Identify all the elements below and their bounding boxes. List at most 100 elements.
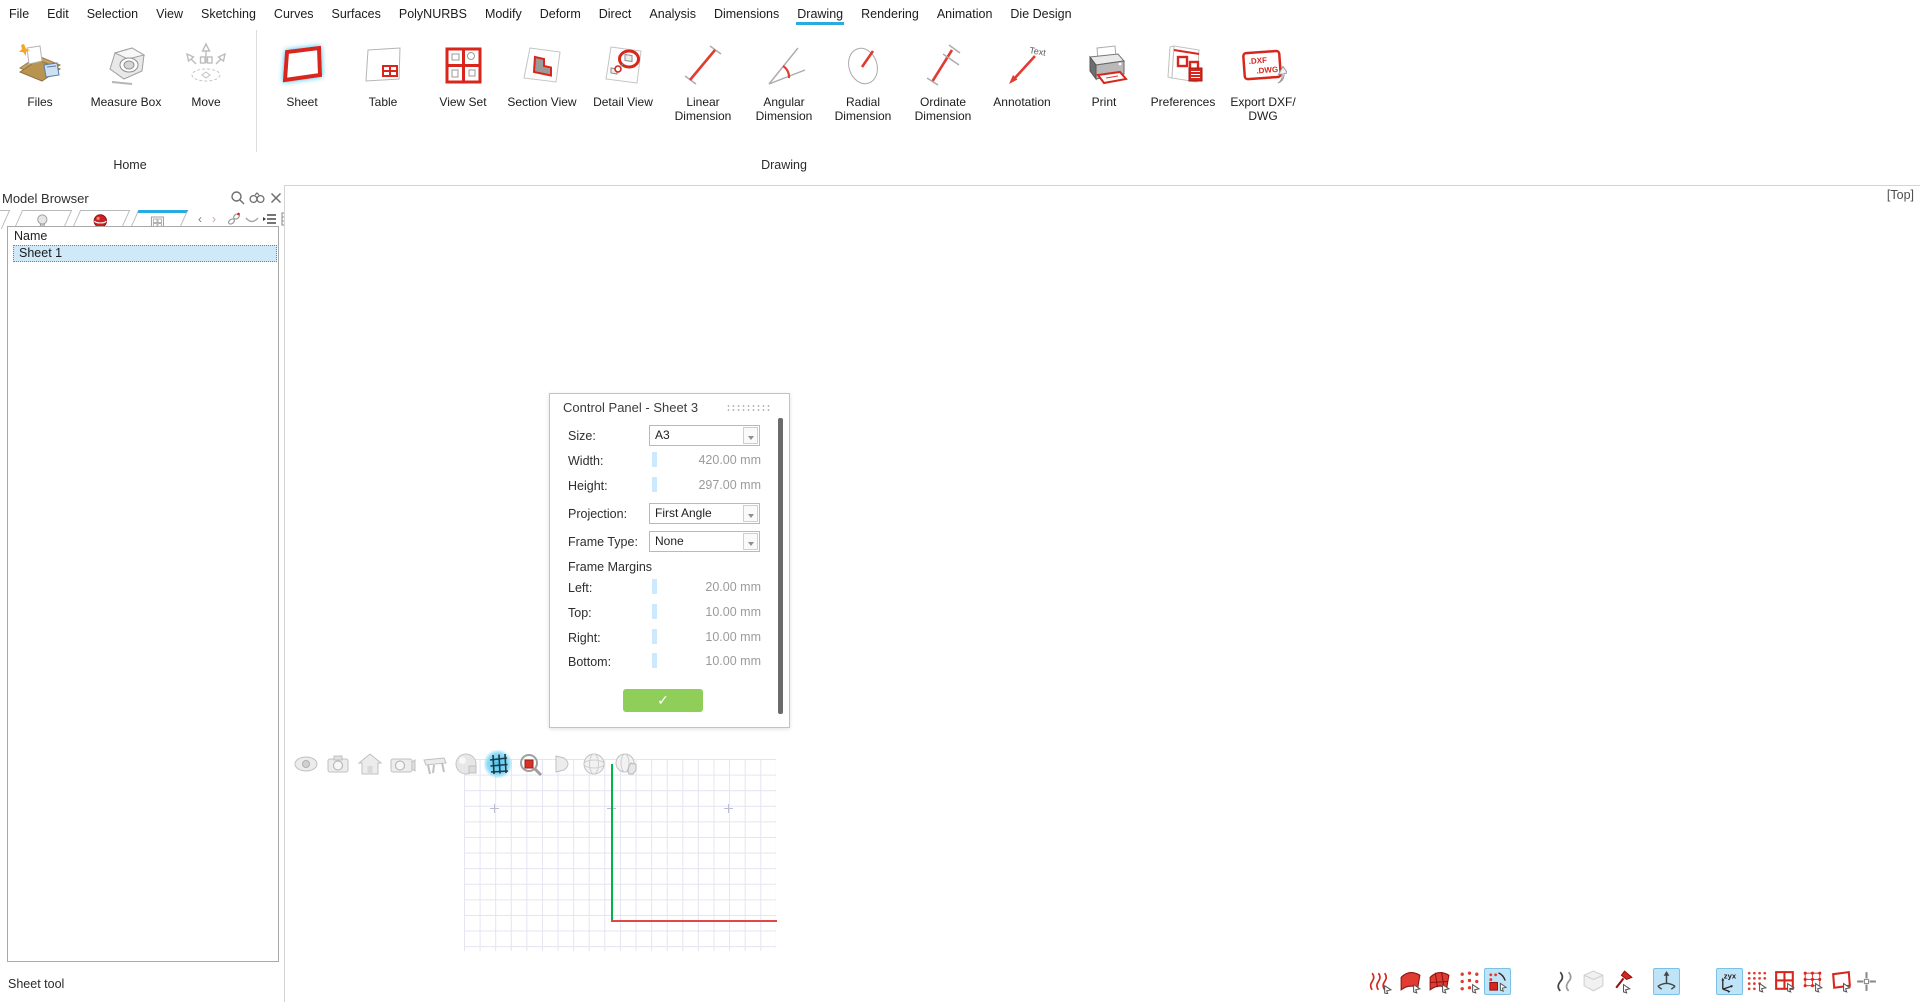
model-browser-tree: Name Sheet 1 xyxy=(7,226,279,962)
ribbon-sheet-button[interactable]: Sheet xyxy=(262,41,342,109)
link-views-icon[interactable] xyxy=(226,211,242,227)
panel-scrollbar[interactable] xyxy=(778,418,783,714)
menu-analysis[interactable]: Analysis xyxy=(648,2,697,25)
menu-curves[interactable]: Curves xyxy=(273,2,315,25)
perspective-icon[interactable] xyxy=(548,750,576,778)
ribbon-linear-dimension-button[interactable]: Linear Dimension xyxy=(663,41,743,123)
drawing-viewport[interactable]: [Top] xyxy=(284,185,1920,1002)
tree-row-sheet1[interactable]: Sheet 1 xyxy=(13,245,277,262)
ribbon-angular-dimension-button[interactable]: Angular Dimension xyxy=(744,41,824,123)
turntable-icon[interactable] xyxy=(420,750,448,778)
margin-top-value[interactable]: 10.00 mm xyxy=(649,605,761,619)
snap-surfaces-icon[interactable] xyxy=(1397,968,1424,995)
menu-deform[interactable]: Deform xyxy=(539,2,582,25)
grid-cross xyxy=(724,804,733,813)
snap-region-icon[interactable] xyxy=(1828,968,1855,995)
filter-curves-icon[interactable] xyxy=(1552,968,1579,995)
search-icon[interactable] xyxy=(230,190,246,206)
snap-points-icon[interactable] xyxy=(1456,968,1483,995)
projection-dropdown[interactable]: First Angle xyxy=(649,503,760,524)
ribbon-group-label-home: Home xyxy=(30,158,230,172)
tab-scroll-left-icon[interactable]: ‹ xyxy=(198,212,202,226)
menu-dimensions[interactable]: Dimensions xyxy=(713,2,780,25)
zoom-selected-icon[interactable] xyxy=(516,750,544,778)
menu-animation[interactable]: Animation xyxy=(936,2,994,25)
frame-type-dropdown[interactable]: None xyxy=(649,531,760,552)
ribbon-radial-dimension-button[interactable]: Radial Dimension xyxy=(823,41,903,123)
snap-grid-points-icon[interactable] xyxy=(1800,968,1827,995)
ribbon-measure-box-button[interactable]: Measure Box xyxy=(86,41,166,109)
move-normal-icon[interactable] xyxy=(1653,968,1680,995)
chevron-down-icon[interactable] xyxy=(743,533,758,550)
size-dropdown[interactable]: A3 xyxy=(649,425,760,446)
grid-toggle-icon[interactable] xyxy=(484,750,512,778)
menu-surfaces[interactable]: Surfaces xyxy=(331,2,382,25)
view-orientation-label: [Top] xyxy=(1887,188,1914,202)
ribbon-item-label: Sheet xyxy=(262,95,342,109)
annotation-icon: Text xyxy=(998,41,1046,89)
ribbon-export-dxf-dwg-button[interactable]: .DXF .DWG Export DXF/ DWG xyxy=(1220,41,1306,123)
origin-crosshair-icon[interactable] xyxy=(1853,968,1880,995)
move-icon xyxy=(182,41,230,89)
margin-top-label: Top: xyxy=(568,606,592,620)
chevron-down-icon[interactable] xyxy=(743,427,758,444)
ribbon-files-button[interactable]: Files xyxy=(0,41,80,109)
menu-drawing[interactable]: Drawing xyxy=(796,2,844,25)
ribbon-print-button[interactable]: Print xyxy=(1064,41,1144,109)
ribbon-move-button[interactable]: Move xyxy=(166,41,246,109)
tab-scroll-right-icon[interactable]: › xyxy=(212,212,216,226)
apply-button[interactable]: ✓ xyxy=(623,689,703,712)
snapshot-icon[interactable] xyxy=(324,750,352,778)
ribbon-detail-view-button[interactable]: Detail View xyxy=(581,41,665,109)
filter-solids-icon[interactable] xyxy=(1580,968,1607,995)
width-value[interactable]: 420.00 mm xyxy=(649,453,761,467)
camera-icon[interactable] xyxy=(388,750,416,778)
menu-file[interactable]: File xyxy=(8,2,30,25)
control-panel-dialog: Control Panel - Sheet 3 Size: A3 Width: … xyxy=(549,393,790,728)
ribbon-ordinate-dimension-button[interactable]: Ordinate Dimension xyxy=(903,41,983,123)
ribbon-annotation-button[interactable]: Text Annotation xyxy=(982,41,1062,109)
snap-objects-icon[interactable] xyxy=(1484,968,1511,995)
snap-window-icon[interactable] xyxy=(1772,968,1799,995)
ribbon-item-label: Move xyxy=(166,95,246,109)
height-value[interactable]: 297.00 mm xyxy=(649,478,761,492)
width-label: Width: xyxy=(568,454,603,468)
ribbon-section-view-button[interactable]: Section View xyxy=(500,41,584,109)
snap-curves-icon[interactable] xyxy=(1367,968,1394,995)
snap-grid-dots-icon[interactable] xyxy=(1744,968,1771,995)
svg-text:zyx: zyx xyxy=(1724,972,1737,981)
pan-view-icon[interactable] xyxy=(612,750,640,778)
menu-rendering[interactable]: Rendering xyxy=(860,2,920,25)
menu-view[interactable]: View xyxy=(155,2,184,25)
menu-selection[interactable]: Selection xyxy=(86,2,139,25)
menu-edit[interactable]: Edit xyxy=(46,2,70,25)
globe-view-icon[interactable] xyxy=(580,750,608,778)
ribbon-view-set-button[interactable]: View Set xyxy=(423,41,503,109)
ribbon-item-label: Measure Box xyxy=(86,95,166,109)
list-view-icon[interactable] xyxy=(262,211,278,227)
menu-direct[interactable]: Direct xyxy=(598,2,633,25)
home-view-icon[interactable] xyxy=(356,750,384,778)
sphere-shade-icon[interactable] xyxy=(452,750,480,778)
margin-right-value[interactable]: 10.00 mm xyxy=(649,630,761,644)
axes-zyx-icon[interactable]: zyx xyxy=(1716,968,1743,995)
curve-filter-icon[interactable] xyxy=(244,211,260,227)
menu-sketching[interactable]: Sketching xyxy=(200,2,257,25)
ghost-view-icon[interactable] xyxy=(292,750,320,778)
angular-dimension-icon xyxy=(760,41,808,89)
margin-left-value[interactable]: 20.00 mm xyxy=(649,580,761,594)
snap-meshes-icon[interactable] xyxy=(1426,968,1453,995)
pin-icon[interactable] xyxy=(1610,968,1637,995)
close-icon[interactable] xyxy=(268,190,284,206)
ribbon-table-button[interactable]: Table xyxy=(343,41,423,109)
ribbon-preferences-button[interactable]: Preferences xyxy=(1140,41,1226,109)
menu-polynurbs[interactable]: PolyNURBS xyxy=(398,2,468,25)
measure-box-icon xyxy=(102,41,150,89)
chevron-down-icon[interactable] xyxy=(743,505,758,522)
margin-bottom-value[interactable]: 10.00 mm xyxy=(649,654,761,668)
menu-die-design[interactable]: Die Design xyxy=(1009,2,1072,25)
drag-grip-icon[interactable] xyxy=(726,404,770,412)
menu-modify[interactable]: Modify xyxy=(484,2,523,25)
find-binoculars-icon[interactable] xyxy=(249,190,265,206)
frame-margins-label: Frame Margins xyxy=(568,560,652,574)
